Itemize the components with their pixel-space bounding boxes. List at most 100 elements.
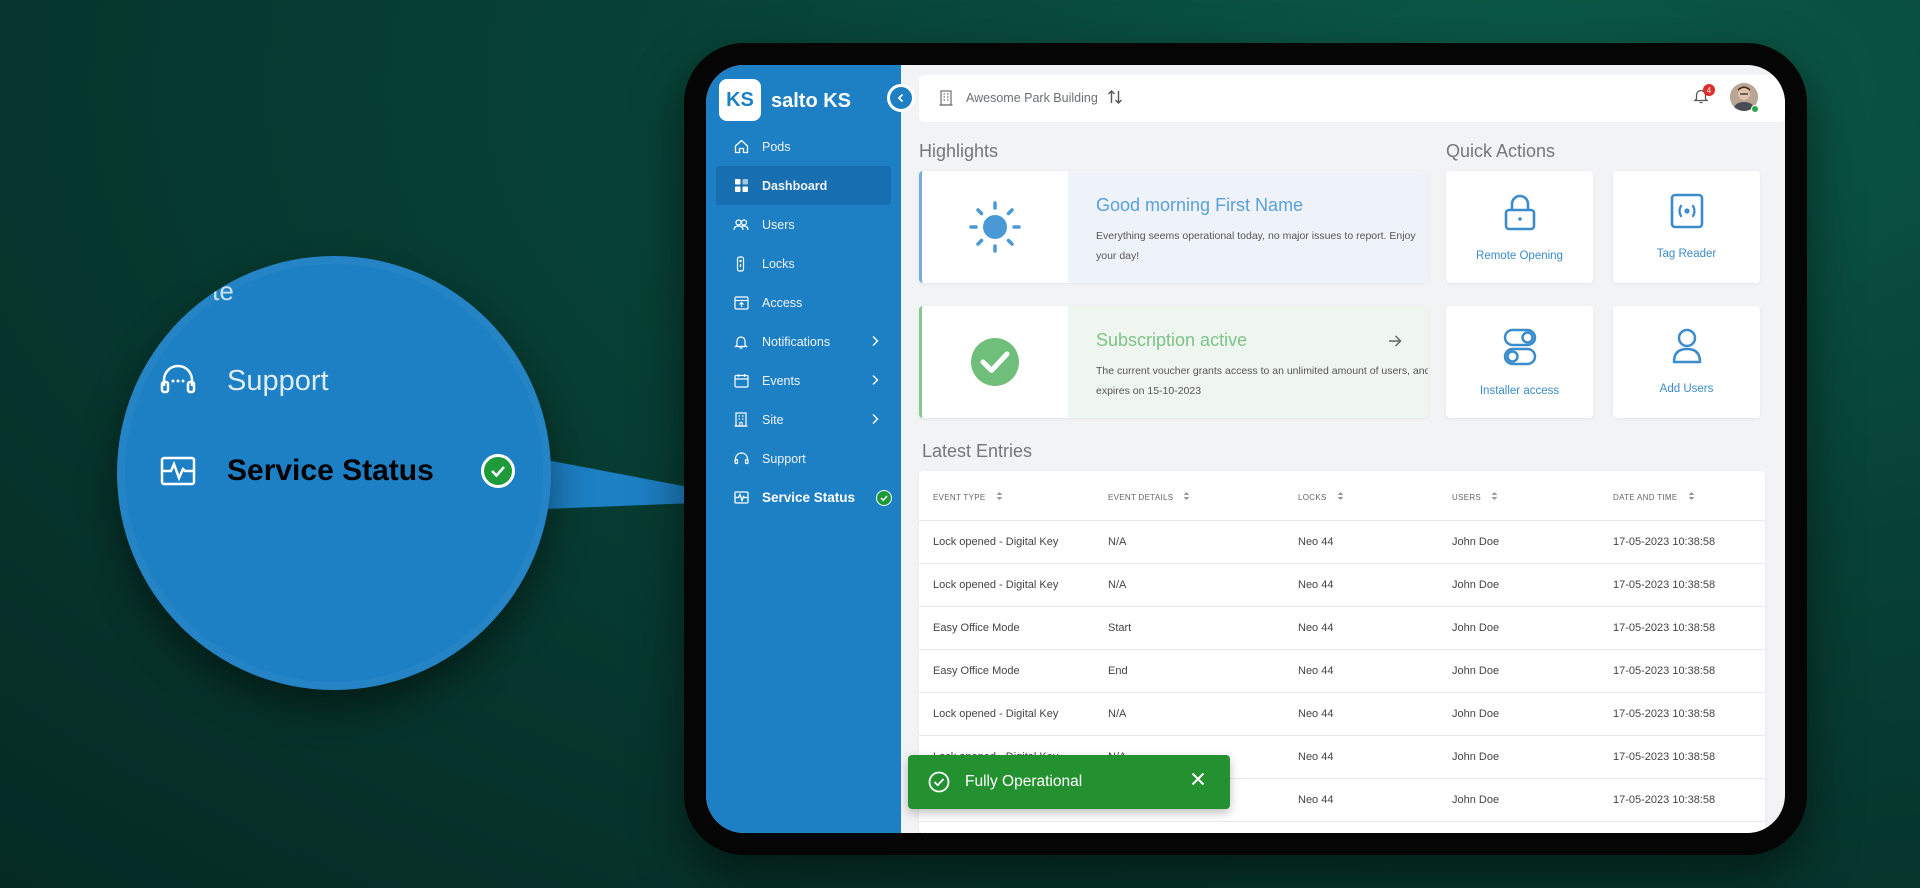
sidebar-item-label: Dashboard [762, 178, 828, 193]
table-row[interactable]: Easy Office Mode End Neo 44 John Doe 17-05-2… [919, 650, 1765, 693]
sort-icon [1337, 491, 1344, 503]
table-cell: 17-05-2023 10:38:58 [1613, 622, 1716, 634]
table-row[interactable]: Lock opened - Digital Key N/A Neo 44 John D… [919, 564, 1765, 607]
greeting-description: Everything seems operational today, no m… [1096, 230, 1416, 262]
quick-action-label: Installer access [1479, 385, 1560, 397]
chevron-left-icon [897, 93, 904, 103]
sidebar-item-label: Events [762, 373, 801, 388]
quick-action-remote-opening[interactable]: Remote Opening [1446, 171, 1593, 283]
sidebar-item-label: Users [762, 217, 795, 232]
sort-icon [996, 491, 1003, 503]
zoom-support-row: Support [159, 362, 329, 400]
quick-action-label: Remote Opening [1476, 250, 1563, 262]
zoom-status-row: Service Status [159, 452, 434, 490]
table-cell: 17-05-2023 10:38:58 [1613, 751, 1716, 763]
sidebar-item-events[interactable]: Events [706, 361, 901, 400]
table-cell: 17-05-2023 10:38:58 [1613, 708, 1716, 720]
table-row[interactable]: Lock opened - Digital Key N/A Neo 44 John D… [919, 521, 1765, 564]
highlights-title: Highlights [919, 141, 999, 161]
check-circle-icon [876, 490, 892, 506]
column-header-locks[interactable]: LOCKS [1298, 491, 1344, 503]
app-screen: KS salto KS Pods Dashboard Users Locks A… [706, 65, 1785, 833]
users-icon [733, 217, 749, 233]
headset-icon [733, 451, 749, 467]
sidebar-item-label: Site [762, 412, 784, 427]
arrow-right-icon[interactable] [1388, 334, 1402, 352]
table-cell: Neo 44 [1298, 536, 1334, 548]
headset-icon [159, 362, 197, 400]
table-cell: John Doe [1452, 579, 1500, 591]
table-cell: Neo 44 [1298, 622, 1334, 634]
column-header-users[interactable]: USERS [1452, 491, 1498, 503]
table-cell: Easy Office Mode [933, 665, 1020, 677]
sort-icon [1183, 491, 1190, 503]
swap-icon[interactable] [1107, 89, 1123, 110]
table-cell: Easy Office Mode [933, 622, 1020, 634]
quick-action-installer-access[interactable]: Installer access [1446, 306, 1593, 418]
status-toast: Fully Operational [908, 755, 1230, 809]
table-cell: John Doe [1452, 536, 1500, 548]
close-icon[interactable] [1190, 771, 1206, 792]
table-cell: 17-05-2023 10:38:58 [1613, 794, 1716, 806]
quick-action-tag-reader[interactable]: Tag Reader [1613, 171, 1760, 283]
quick-actions-title: Quick Actions [1446, 141, 1556, 161]
top-bar: Awesome Park Building 4 [919, 75, 1785, 122]
sidebar-nav: Pods Dashboard Users Locks Access Notifi… [706, 127, 901, 517]
table-cell: Start [1108, 622, 1132, 634]
main-content: Awesome Park Building 4 Highlights Quick… [901, 65, 1785, 833]
table-cell: 17-05-2023 10:38:58 [1613, 665, 1716, 677]
zoom-callout: Site Support Service Status [0, 0, 720, 888]
padlock-icon [1504, 193, 1536, 236]
column-header-event-type[interactable]: EVENT TYPE [933, 491, 1003, 503]
sidebar-item-users[interactable]: Users [706, 205, 901, 244]
table-cell: John Doe [1452, 622, 1500, 634]
quick-action-add-users[interactable]: Add Users [1613, 306, 1760, 418]
sidebar-item-label: Support [762, 451, 806, 466]
sort-icon [1688, 491, 1695, 503]
table-cell: End [1108, 665, 1128, 677]
table-header: EVENT TYPE EVENT DETAILS LOCKS USERS DAT… [919, 471, 1765, 521]
building-selector[interactable]: Awesome Park Building [966, 91, 1098, 105]
column-header-event-details[interactable]: EVENT DETAILS [1108, 491, 1190, 503]
table-row[interactable]: Easy Office Mode Start Neo 44 John Doe 17-05… [919, 607, 1765, 650]
table-cell: N/A [1108, 579, 1127, 591]
sidebar-item-support[interactable]: Support [706, 439, 901, 478]
greeting-title: Good morning First Name [1096, 195, 1304, 215]
table-cell: Neo 44 [1298, 751, 1334, 763]
table-cell: Neo 44 [1298, 708, 1334, 720]
sidebar-item-notifications[interactable]: Notifications [706, 322, 901, 361]
sidebar-item-service-status[interactable]: Service Status [706, 478, 901, 517]
table-cell: John Doe [1452, 751, 1500, 763]
sidebar-item-locks[interactable]: Locks [706, 244, 901, 283]
chevron-right-icon [871, 413, 879, 428]
logo-mark: KS [719, 79, 761, 121]
sidebar-collapse-button[interactable] [887, 84, 915, 112]
dashboard-icon [733, 178, 749, 194]
subscription-card[interactable]: Subscription active The current voucher … [919, 306, 1428, 418]
access-icon [733, 295, 749, 311]
table-row[interactable]: Lock opened - Digital Key N/A Neo 44 John D… [919, 693, 1765, 736]
lock-icon [733, 255, 749, 272]
online-status-dot [1751, 105, 1759, 113]
sidebar-item-label: Service Status [762, 490, 856, 505]
sidebar: KS salto KS Pods Dashboard Users Locks A… [706, 65, 901, 833]
pulse-icon [733, 490, 749, 506]
column-header-date-time[interactable]: DATE AND TIME [1613, 491, 1695, 503]
table-cell: N/A [1108, 536, 1127, 548]
table-cell: Lock opened - Digital Key [933, 579, 1059, 591]
zoom-status-label: Service Status [227, 454, 434, 487]
sidebar-item-site[interactable]: Site [706, 400, 901, 439]
check-circle-icon [922, 306, 1068, 418]
sun-icon [922, 171, 1068, 283]
sidebar-item-label: Pods [762, 139, 791, 154]
sidebar-item-dashboard[interactable]: Dashboard [716, 166, 891, 205]
quick-action-label: Tag Reader [1656, 248, 1717, 260]
notification-badge: 4 [1703, 84, 1715, 96]
table-cell: Neo 44 [1298, 579, 1334, 591]
user-icon [1671, 328, 1703, 369]
sidebar-item-pods[interactable]: Pods [706, 127, 901, 166]
check-circle-icon [928, 771, 950, 793]
table-cell: John Doe [1452, 708, 1500, 720]
sidebar-item-access[interactable]: Access [706, 283, 901, 322]
tag-reader-icon [1670, 193, 1704, 234]
